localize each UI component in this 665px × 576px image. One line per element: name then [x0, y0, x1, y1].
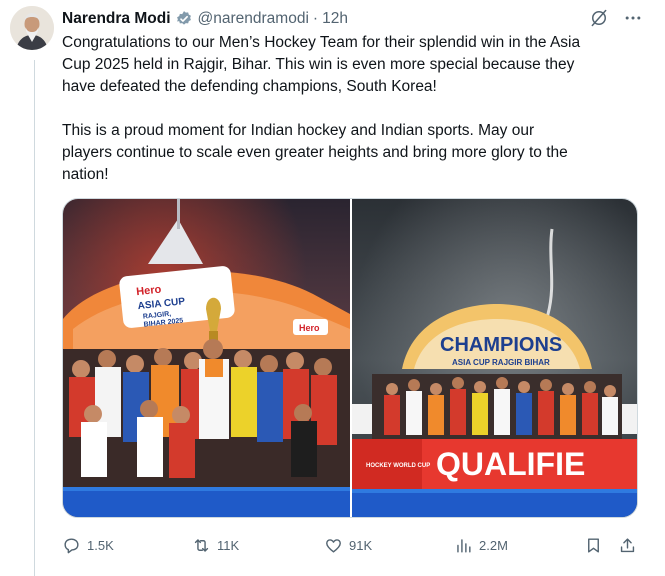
thread-line [34, 60, 35, 576]
like-count: 91K [349, 537, 373, 553]
media-grid: Hero ASIA CUP RAJGIR, BIHAR 2025 Hero CH… [62, 198, 638, 518]
reply-button[interactable]: 1.5K [62, 530, 114, 560]
tweet-text: Congratulations to our Men’s Hockey Team… [62, 32, 648, 186]
reply-icon [64, 537, 79, 553]
views-chart-icon [457, 538, 471, 553]
action-bar: 1.5K 11K 91K 2.2M [62, 530, 642, 560]
author-handle[interactable]: @narendramodi [198, 10, 309, 28]
avatar[interactable] [10, 6, 54, 50]
separator-dot: · [312, 10, 319, 27]
author-name[interactable]: Narendra Modi [62, 10, 171, 28]
timestamp[interactable]: 12h [322, 10, 348, 28]
board-text: Hero [299, 323, 320, 333]
qualified-board-text: QUALIFIE [436, 446, 585, 482]
arch-title: CHAMPIONS [440, 334, 562, 356]
repost-count: 11K [217, 537, 240, 553]
verified-badge-icon[interactable] [175, 10, 193, 28]
arch-sub: ASIA CUP RAJGIR BIHAR [452, 358, 550, 367]
more-options-icon[interactable] [623, 8, 643, 28]
views-button[interactable]: 2.2M [454, 530, 508, 560]
reply-count: 1.5K [87, 537, 114, 553]
repost-icon [194, 538, 209, 552]
heart-icon [326, 538, 341, 553]
bookmark-button[interactable] [584, 530, 603, 560]
tweet-header: Narendra Modi @narendramodi · 12h [62, 9, 348, 29]
photo-team-celebration[interactable]: Hero ASIA CUP RAJGIR, BIHAR 2025 Hero [63, 199, 350, 517]
like-button[interactable]: 91K [324, 530, 372, 560]
bookmark-icon [588, 537, 599, 553]
view-count: 2.2M [479, 537, 508, 553]
share-icon [620, 537, 635, 552]
tweet: Narendra Modi @narendramodi · 12h Congra… [0, 0, 665, 576]
share-button[interactable] [618, 530, 637, 560]
grok-icon[interactable] [589, 8, 609, 28]
tweet-paragraph-2: This is a proud moment for Indian hockey… [62, 122, 568, 183]
world-cup-text: HOCKEY WORLD CUP [366, 463, 430, 469]
avatar-image [10, 6, 54, 50]
repost-button[interactable]: 11K [192, 530, 239, 560]
top-actions [589, 8, 643, 28]
photo-champions-stage[interactable]: CHAMPIONS ASIA CUP RAJGIR BIHAR HOCKEY W… [350, 199, 637, 517]
tweet-paragraph-1: Congratulations to our Men’s Hockey Team… [62, 34, 581, 95]
